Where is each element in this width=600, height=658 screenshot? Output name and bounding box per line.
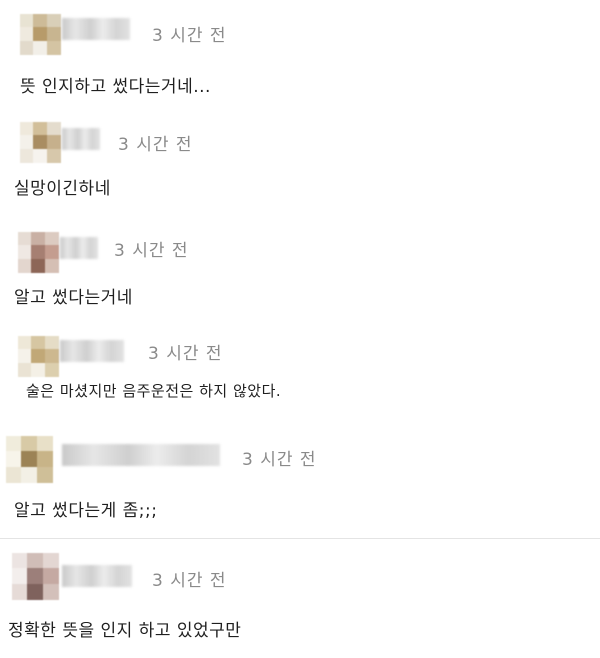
author-name-blurred[interactable] [62, 565, 132, 587]
avatar-pixel [33, 122, 48, 136]
avatar-pixel [18, 245, 32, 260]
comment-item: 3 시간 전 알고 썼다는거네 [0, 210, 600, 318]
avatar-pixel [18, 336, 32, 350]
avatar-pixel [44, 362, 59, 377]
avatar-pixel [6, 436, 22, 452]
avatar-pixel [31, 258, 46, 273]
avatar-pixel [18, 362, 32, 377]
comment-text: 정확한 뜻을 인지 하고 있었구만 [8, 621, 242, 641]
avatar-pixel [18, 232, 32, 246]
avatar-pixel [12, 553, 28, 569]
comment-text: 알고 썼다는거네 [14, 288, 133, 308]
avatar-pixel [20, 135, 34, 150]
avatar-pixel [33, 40, 48, 55]
comment-item: 3 시간 전 정확한 뜻을 인지 하고 있었구만 [0, 539, 600, 658]
author-name-blurred[interactable] [62, 444, 220, 466]
timestamp: 3 시간 전 [114, 241, 189, 261]
avatar-pixel [20, 14, 34, 28]
avatar-pixel [44, 232, 59, 246]
comment-item: 3 시간 전 알고 썼다는게 좀;;; [0, 424, 600, 538]
avatar-pixel [46, 14, 61, 28]
avatar-pixel [46, 27, 61, 42]
comment-item: 3 시간 전 실망이긴하네 [0, 100, 600, 210]
avatar-pixel [46, 122, 61, 136]
avatar-pixel [31, 349, 46, 364]
avatar-pixel [6, 466, 22, 483]
avatar-pixel [27, 568, 44, 585]
avatar-pixel [44, 258, 59, 273]
comment-item: 3 시간 전 뜻 인지하고 썼다는거네... [0, 0, 600, 100]
avatar-pixel [33, 148, 48, 163]
avatar[interactable] [18, 336, 59, 377]
avatar[interactable] [18, 232, 59, 273]
avatar-pixel [42, 583, 59, 600]
author-name-blurred[interactable] [60, 237, 98, 259]
avatar-pixel [46, 148, 61, 163]
avatar-pixel [31, 232, 46, 246]
avatar-pixel [18, 349, 32, 364]
avatar-pixel [27, 553, 44, 569]
avatar-pixel [33, 27, 48, 42]
comment-item: 3 시간 전 술은 마셨지만 음주운전은 하지 않았다. [0, 318, 600, 424]
avatar-pixel [18, 258, 32, 273]
avatar-pixel [21, 466, 38, 483]
avatar-pixel [44, 245, 59, 260]
avatar-pixel [21, 436, 38, 452]
avatar-pixel [36, 466, 53, 483]
timestamp: 3 시간 전 [152, 26, 227, 46]
avatar-pixel [12, 583, 28, 600]
author-name-blurred[interactable] [60, 340, 124, 362]
avatar[interactable] [6, 436, 53, 483]
avatar[interactable] [20, 14, 61, 55]
avatar-pixel [21, 451, 38, 468]
avatar-pixel [12, 568, 28, 585]
avatar[interactable] [20, 122, 61, 163]
comment-text: 뜻 인지하고 썼다는거네... [20, 77, 211, 97]
timestamp: 3 시간 전 [148, 344, 223, 364]
author-name-blurred[interactable] [62, 128, 100, 150]
avatar-pixel [36, 451, 53, 468]
avatar-pixel [27, 583, 44, 600]
avatar-pixel [42, 568, 59, 585]
avatar-pixel [31, 336, 46, 350]
avatar-pixel [20, 148, 34, 163]
avatar-pixel [6, 451, 22, 468]
avatar-pixel [33, 135, 48, 150]
comment-text: 실망이긴하네 [14, 179, 111, 199]
timestamp: 3 시간 전 [152, 571, 227, 591]
avatar-pixel [33, 14, 48, 28]
comment-text: 술은 마셨지만 음주운전은 하지 않았다. [26, 382, 282, 400]
avatar-pixel [36, 436, 53, 452]
avatar-pixel [42, 553, 59, 569]
avatar-pixel [31, 362, 46, 377]
avatar-pixel [46, 135, 61, 150]
avatar[interactable] [12, 553, 59, 600]
author-name-blurred[interactable] [62, 18, 130, 40]
avatar-pixel [20, 27, 34, 42]
timestamp: 3 시간 전 [118, 135, 193, 155]
avatar-pixel [46, 40, 61, 55]
comment-text: 알고 썼다는게 좀;;; [14, 501, 158, 521]
avatar-pixel [44, 336, 59, 350]
avatar-pixel [20, 122, 34, 136]
timestamp: 3 시간 전 [242, 450, 317, 470]
avatar-pixel [31, 245, 46, 260]
avatar-pixel [44, 349, 59, 364]
avatar-pixel [20, 40, 34, 55]
